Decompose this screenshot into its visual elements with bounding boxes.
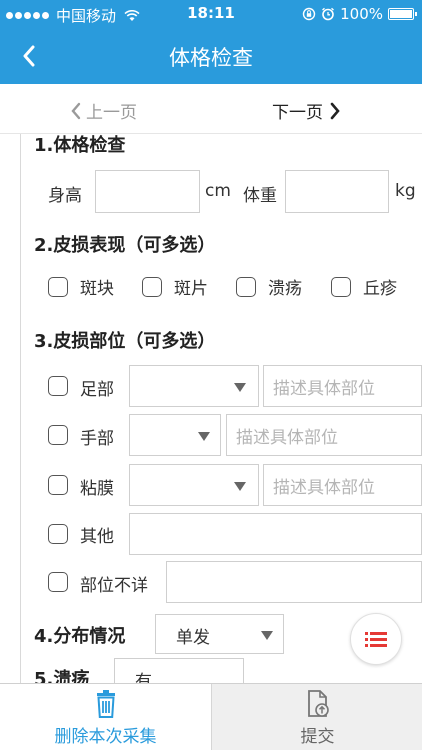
option-label: 斑块: [80, 279, 114, 299]
selected-value: 有: [135, 672, 152, 683]
unknown-site-checkbox[interactable]: [48, 572, 68, 592]
delete-collection-label: 删除本次采集: [54, 727, 157, 747]
foot-checkbox[interactable]: [48, 376, 68, 396]
trash-icon: [96, 690, 115, 718]
weight-unit: kg: [395, 181, 416, 201]
delete-collection-button[interactable]: 删除本次采集: [0, 684, 211, 750]
mucosa-label: 粘膜: [80, 479, 114, 499]
hand-checkbox[interactable]: [48, 425, 68, 445]
weight-label: 体重: [243, 186, 277, 206]
section-2-heading: 2.皮损表现（可多选）: [34, 235, 216, 256]
hand-label: 手部: [80, 429, 114, 449]
section-3-heading: 3.皮损部位（可多选）: [34, 331, 216, 352]
prev-page-label: 上一页: [86, 103, 137, 123]
upload-document-icon: [307, 690, 329, 717]
placeholder-text: 描述具体部位: [273, 478, 375, 498]
chevron-left-icon: [71, 102, 81, 119]
prev-page-button[interactable]: 上一页: [70, 98, 137, 123]
list-fab-button[interactable]: [350, 613, 402, 665]
option-patch[interactable]: 斑片: [142, 274, 208, 299]
option-label: 溃疡: [268, 279, 302, 299]
other-checkbox[interactable]: [48, 524, 68, 544]
dropdown-caret-icon: [234, 383, 246, 392]
option-papule[interactable]: 丘疹: [331, 274, 397, 299]
list-icon: [365, 632, 387, 647]
chevron-right-icon: [330, 102, 340, 119]
page-switcher: 上一页 下一页: [0, 84, 422, 134]
hand-select[interactable]: [129, 414, 221, 456]
next-page-button[interactable]: 下一页: [272, 98, 341, 123]
other-input[interactable]: [129, 513, 422, 555]
option-ulcer[interactable]: 溃疡: [236, 274, 302, 299]
other-label: 其他: [80, 527, 114, 547]
left-divider: [20, 134, 21, 683]
unknown-site-input[interactable]: [166, 561, 422, 603]
bottom-tab-bar: 删除本次采集 提交: [0, 683, 422, 750]
status-bar: 中国移动 18:11 100%: [0, 0, 422, 28]
submit-label: 提交: [300, 727, 335, 747]
unknown-site-label: 部位不详: [80, 576, 148, 596]
dropdown-caret-icon: [198, 432, 210, 441]
section-4-heading: 4.分布情况: [34, 626, 126, 647]
foot-label: 足部: [80, 380, 114, 400]
next-page-label: 下一页: [272, 103, 323, 123]
section-5-heading: 5.溃疡: [34, 669, 90, 683]
rotation-lock-icon: [302, 7, 316, 21]
submit-button[interactable]: 提交: [211, 684, 422, 750]
mucosa-select[interactable]: [129, 464, 259, 506]
ulcer-select[interactable]: 有: [114, 658, 244, 683]
navigation-bar: 体格检查: [0, 28, 422, 84]
option-label: 丘疹: [363, 279, 397, 299]
form-content[interactable]: 1.体格检查 身高 cm 体重 kg 2.皮损表现（可多选） 斑块 斑片 溃疡 …: [0, 134, 422, 683]
alarm-icon: [322, 7, 335, 21]
height-unit: cm: [205, 181, 231, 201]
battery-icon: [388, 8, 417, 20]
distribution-select[interactable]: 单发: [155, 614, 284, 654]
option-plaque[interactable]: 斑块: [48, 274, 114, 299]
ulcer-checkbox[interactable]: [236, 276, 256, 297]
plaque-checkbox[interactable]: [48, 276, 68, 297]
height-input[interactable]: [95, 170, 200, 213]
height-label: 身高: [48, 186, 82, 206]
weight-input[interactable]: [285, 170, 389, 213]
placeholder-text: 描述具体部位: [236, 428, 338, 448]
foot-description-input[interactable]: 描述具体部位: [263, 365, 422, 407]
papule-checkbox[interactable]: [331, 276, 351, 297]
placeholder-text: 描述具体部位: [273, 379, 375, 399]
option-label: 斑片: [174, 279, 208, 299]
foot-select[interactable]: [129, 365, 259, 407]
dropdown-caret-icon: [261, 631, 273, 640]
mucosa-description-input[interactable]: 描述具体部位: [263, 464, 422, 506]
dropdown-caret-icon: [234, 482, 246, 491]
mucosa-checkbox[interactable]: [48, 475, 68, 495]
selected-value: 单发: [176, 628, 210, 648]
section-1-heading: 1.体格检查: [34, 135, 126, 156]
battery-percent: 100%: [340, 5, 383, 23]
patch-checkbox[interactable]: [142, 276, 162, 297]
page-title: 体格检查: [169, 46, 253, 70]
hand-description-input[interactable]: 描述具体部位: [226, 414, 422, 456]
